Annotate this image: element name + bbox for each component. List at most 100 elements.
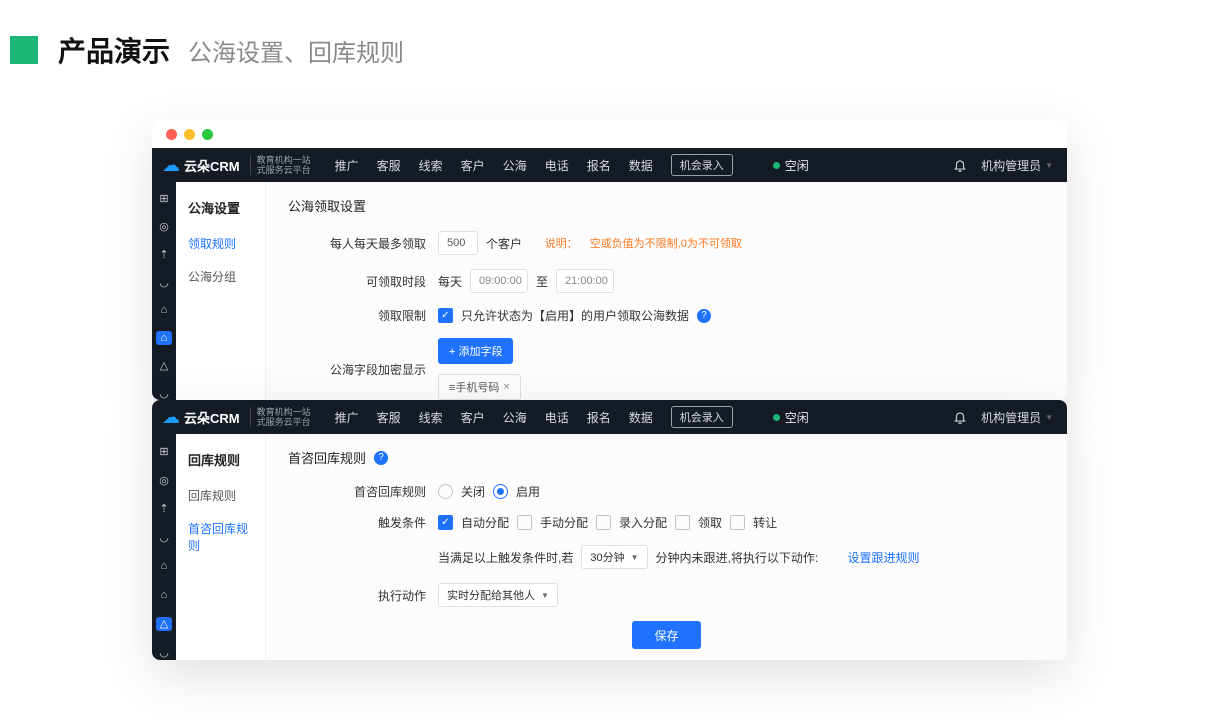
restrict-checkbox[interactable]: ✓: [438, 308, 453, 323]
rail-icon-2[interactable]: ◎: [156, 473, 172, 488]
nav-item-1[interactable]: 客服: [377, 157, 401, 174]
mac-max-icon[interactable]: [202, 129, 213, 140]
slide-accent-block: [10, 36, 38, 64]
chk-auto-assign[interactable]: ✓: [438, 515, 453, 530]
nav-item-4[interactable]: 公海: [503, 409, 527, 426]
followup-rule-link[interactable]: 设置跟进规则: [848, 549, 920, 566]
rail-icon-1[interactable]: ⊞: [156, 444, 172, 459]
radio-off[interactable]: [438, 484, 453, 499]
rail-icon-6[interactable]: ⌂: [156, 588, 172, 603]
mac-close-icon[interactable]: [166, 129, 177, 140]
daily-max-unit: 个客户: [486, 235, 522, 252]
rail-icon-7-active[interactable]: △: [156, 617, 172, 632]
label-action: 执行动作: [288, 587, 438, 604]
rail-icon-4[interactable]: ◡: [156, 530, 172, 545]
rail-icon-8[interactable]: ◡: [156, 386, 172, 400]
help-icon[interactable]: ?: [697, 309, 711, 323]
chevron-down-icon: ▼: [631, 553, 639, 562]
bell-icon[interactable]: [953, 158, 967, 172]
brand-logo-2[interactable]: ☁ 云朵CRM 教育机构一站 式服务云平台: [152, 407, 321, 428]
nav-item-4[interactable]: 公海: [503, 157, 527, 174]
side-title: 公海设置: [176, 194, 265, 227]
mac-min-icon[interactable]: [184, 129, 195, 140]
action-select[interactable]: 实时分配给其他人 ▼: [438, 583, 558, 607]
content-area: 公海领取设置 每人每天最多领取 500 个客户 说明： 空或负值为不限制,0为不…: [266, 182, 1067, 400]
top-nav-2: 推广 客服 线索 客户 公海 电话 报名 数据 机会录入: [335, 406, 733, 428]
sidebar-item-claim-rules[interactable]: 领取规则: [176, 227, 265, 260]
nav-item-7[interactable]: 数据: [629, 157, 653, 174]
chk-transfer[interactable]: [730, 515, 745, 530]
chk-claim[interactable]: [675, 515, 690, 530]
nav-item-5[interactable]: 电话: [545, 157, 569, 174]
chevron-down-icon: ▼: [1045, 413, 1053, 422]
slide-title: 产品演示: [58, 30, 170, 70]
user-menu-2[interactable]: 机构管理员 ▼: [981, 409, 1053, 426]
nav-item-5[interactable]: 电话: [545, 409, 569, 426]
cloud-icon: ☁: [162, 155, 180, 176]
status-dot-icon: [773, 162, 780, 169]
sidebar-item-return-rules[interactable]: 回库规则: [176, 479, 265, 512]
rail-icon-8[interactable]: ◡: [156, 645, 172, 660]
nav-item-0[interactable]: 推广: [335, 157, 359, 174]
chk-input-assign[interactable]: [596, 515, 611, 530]
field-chip-phone[interactable]: ≡手机号码 ×: [438, 374, 521, 400]
rail-icon-3[interactable]: ⇡: [156, 248, 172, 262]
rail-icon-4[interactable]: ◡: [156, 275, 172, 289]
hint-prefix: 说明：: [545, 235, 578, 251]
trigger-sentence-mid: 分钟内未跟进,将执行以下动作:: [656, 549, 819, 566]
help-icon[interactable]: ?: [374, 451, 388, 465]
cloud-icon: ☁: [162, 407, 180, 428]
icon-rail-2: ⊞ ◎ ⇡ ◡ ⌂ ⌂ △ ◡: [152, 434, 176, 660]
rail-icon-1[interactable]: ⊞: [156, 192, 172, 206]
mac-traffic-lights: [152, 120, 1067, 148]
sidebar-item-first-consult-return[interactable]: 首咨回库规则: [176, 512, 265, 562]
chip-remove-icon[interactable]: ×: [503, 381, 509, 393]
daily-max-input[interactable]: 500: [438, 231, 478, 255]
brand-sub: 教育机构一站 式服务云平台: [250, 407, 311, 427]
content-title-2: 首咨回库规则 ?: [288, 448, 1045, 467]
label-first-return: 首咨回库规则: [288, 483, 438, 500]
status-text: 空闲: [785, 157, 809, 174]
time-sep: 至: [536, 273, 548, 290]
nav-item-6[interactable]: 报名: [587, 409, 611, 426]
rail-icon-6-active[interactable]: ⌂: [156, 331, 172, 345]
side-panel: 公海设置 领取规则 公海分组: [176, 182, 266, 400]
rail-icon-5[interactable]: ⌂: [156, 559, 172, 574]
status-dot-icon: [773, 414, 780, 421]
rail-icon-7[interactable]: △: [156, 359, 172, 373]
user-menu[interactable]: 机构管理员 ▼: [981, 157, 1053, 174]
time-from-input[interactable]: 09:00:00: [470, 269, 528, 293]
nav-item-1[interactable]: 客服: [377, 409, 401, 426]
rail-icon-5[interactable]: ⌂: [156, 303, 172, 317]
side-title-2: 回库规则: [176, 446, 265, 479]
nav-item-3[interactable]: 客户: [461, 409, 485, 426]
nav-item-7[interactable]: 数据: [629, 409, 653, 426]
time-to-input[interactable]: 21:00:00: [556, 269, 614, 293]
icon-rail: ⊞ ◎ ⇡ ◡ ⌂ ⌂ △ ◡: [152, 182, 176, 400]
nav-item-6[interactable]: 报名: [587, 157, 611, 174]
nav-item-2[interactable]: 线索: [419, 409, 443, 426]
nav-item-3[interactable]: 客户: [461, 157, 485, 174]
duration-select[interactable]: 30分钟 ▼: [581, 545, 647, 569]
label-daily-max: 每人每天最多领取: [288, 235, 438, 252]
save-button[interactable]: 保存: [632, 621, 700, 649]
app-topbar: ☁ 云朵CRM 教育机构一站 式服务云平台 推广 客服 线索 客户 公海 电话 …: [152, 148, 1067, 182]
nav-pill-opportunity-entry[interactable]: 机会录入: [671, 406, 733, 428]
status-indicator-2[interactable]: 空闲: [773, 409, 809, 426]
status-indicator[interactable]: 空闲: [773, 157, 809, 174]
sidebar-item-groups[interactable]: 公海分组: [176, 260, 265, 293]
content-area-2: 首咨回库规则 ? 首咨回库规则 关闭 启用 触发条件 ✓自动分配: [266, 434, 1067, 660]
bell-icon[interactable]: [953, 410, 967, 424]
radio-on[interactable]: [493, 484, 508, 499]
add-field-button[interactable]: + 添加字段: [438, 338, 513, 364]
window-public-sea-settings: ☁ 云朵CRM 教育机构一站 式服务云平台 推广 客服 线索 客户 公海 电话 …: [152, 120, 1067, 400]
brand-logo[interactable]: ☁ 云朵CRM 教育机构一站 式服务云平台: [152, 155, 321, 176]
rail-icon-2[interactable]: ◎: [156, 220, 172, 234]
label-trigger: 触发条件: [288, 514, 438, 531]
nav-item-2[interactable]: 线索: [419, 157, 443, 174]
nav-pill-opportunity-entry[interactable]: 机会录入: [671, 154, 733, 176]
chk-manual-assign[interactable]: [517, 515, 532, 530]
top-nav: 推广 客服 线索 客户 公海 电话 报名 数据 机会录入: [335, 154, 733, 176]
rail-icon-3[interactable]: ⇡: [156, 502, 172, 517]
nav-item-0[interactable]: 推广: [335, 409, 359, 426]
